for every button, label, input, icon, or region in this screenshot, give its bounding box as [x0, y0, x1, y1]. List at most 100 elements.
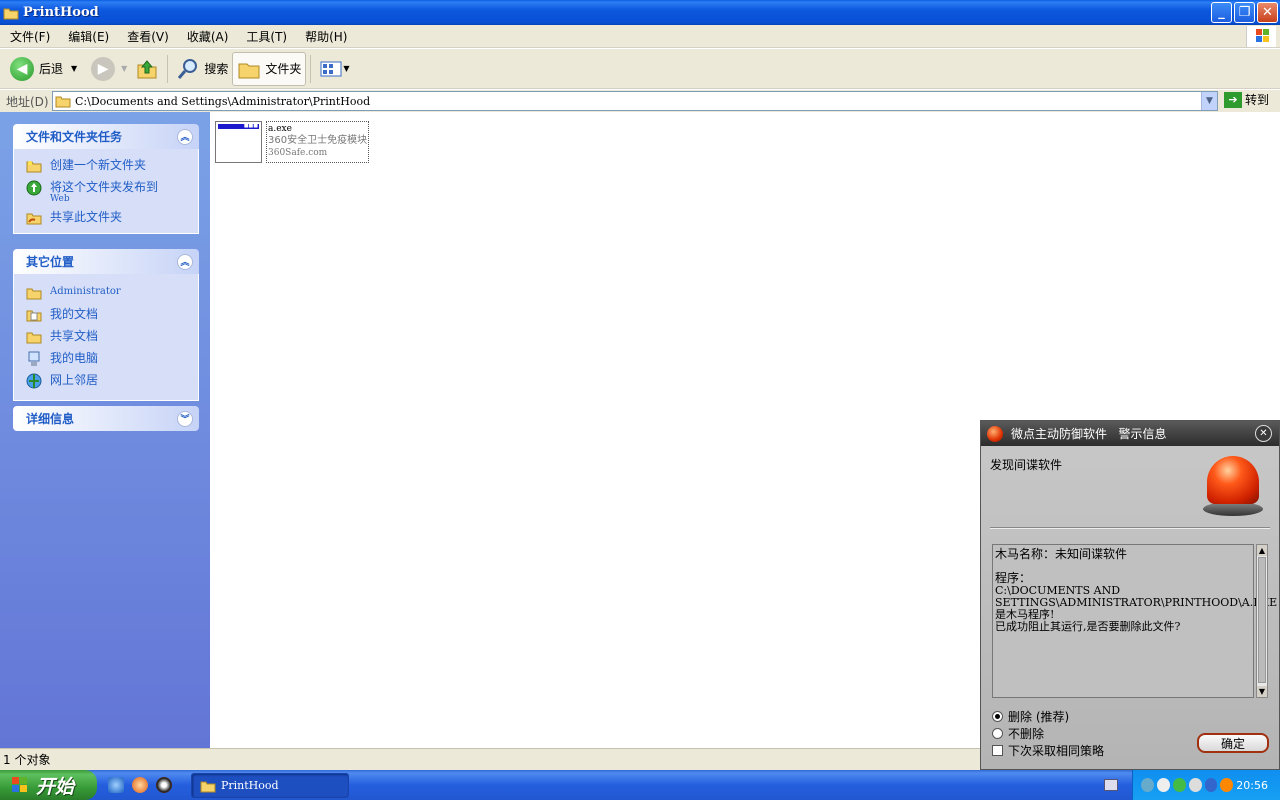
menu-file[interactable]: 文件(F) [0, 28, 58, 45]
delete-radio[interactable] [992, 711, 1003, 722]
ok-button[interactable]: 确定 [1197, 733, 1269, 753]
up-folder-icon [137, 59, 157, 78]
qq-penguin-icon[interactable] [156, 777, 172, 793]
alert-scrollbar[interactable]: ▲ ▼ [1256, 544, 1268, 698]
address-input[interactable]: C:\Documents and Settings\Administrator\… [52, 91, 1218, 111]
security-tray-icon[interactable] [1156, 778, 1170, 792]
search-button[interactable]: 搜索 [172, 52, 232, 86]
system-tray: 20:56 [1132, 770, 1280, 800]
tool-tray-icon[interactable] [1220, 778, 1234, 792]
network-tray-icon[interactable] [1141, 778, 1154, 792]
collapse-icon[interactable]: ︽ [177, 128, 193, 145]
window-title: PrintHood [23, 5, 99, 20]
keyboard-icon[interactable] [1104, 779, 1118, 791]
folder-icon [55, 96, 71, 108]
task-publish-web[interactable]: 将这个文件夹发布到 Web [26, 177, 198, 207]
task-share-folder[interactable]: 共享此文件夹 [26, 207, 198, 229]
scroll-down-icon[interactable]: ▼ [1257, 686, 1267, 697]
expand-icon[interactable]: ︾ [177, 410, 193, 427]
task-publish-web-sub: Web [50, 194, 70, 204]
forward-button[interactable]: ▶ ▼ [87, 52, 131, 86]
start-button[interactable]: 开始 [0, 770, 97, 800]
go-arrow-icon: ➔ [1224, 91, 1242, 108]
menu-help[interactable]: 帮助(H) [295, 28, 355, 45]
place-shared-documents[interactable]: 共享文档 [26, 326, 198, 348]
remember-checkbox[interactable] [992, 745, 1003, 756]
scroll-thumb[interactable] [1258, 557, 1266, 683]
details-panel: 详细信息 ︾ [13, 406, 199, 431]
forward-dropdown-icon[interactable]: ▼ [121, 64, 127, 73]
delete-option[interactable]: 删除 (推荐) [992, 708, 1069, 725]
menu-favorites[interactable]: 收藏(A) [177, 28, 237, 45]
place-my-computer-label: 我的电脑 [50, 351, 99, 365]
alert-line: 已成功阻止其运行,是否要删除此文件? [995, 620, 1181, 633]
alert-close-icon[interactable]: ✕ [1255, 425, 1272, 442]
place-administrator[interactable]: Administrator [26, 282, 198, 304]
back-dropdown-icon[interactable]: ▼ [71, 64, 77, 73]
toolbar: ◀ 后退 ▼ ▶ ▼ 搜索 文件夹 ▼ [0, 49, 1280, 89]
window-title-bar[interactable]: PrintHood _ ❐ ✕ [0, 0, 1280, 25]
clock[interactable]: 20:56 [1236, 779, 1268, 792]
address-label: 地址(D) [6, 94, 49, 109]
back-arrow-icon: ◀ [10, 56, 34, 81]
task-new-folder-label: 创建一个新文件夹 [50, 158, 147, 172]
alert-title-bar[interactable]: 微点主动防御软件 警示信息 ✕ [981, 421, 1279, 446]
network-places-icon [26, 373, 42, 389]
details-header[interactable]: 详细信息 ︾ [13, 406, 199, 431]
details-title: 详细信息 [26, 412, 75, 426]
folders-label: 文件夹 [265, 62, 302, 76]
messenger-icon[interactable] [132, 777, 148, 793]
place-my-computer[interactable]: 我的电脑 [26, 348, 198, 370]
place-network-label: 网上邻居 [50, 373, 99, 387]
menu-bar: 文件(F) 编辑(E) 查看(V) 收藏(A) 工具(T) 帮助(H) [0, 25, 1280, 48]
keep-radio[interactable] [992, 728, 1003, 739]
file-description: 360安全卫士免疫模块 [268, 135, 368, 146]
restore-button[interactable]: ❐ [1234, 2, 1255, 23]
menu-edit[interactable]: 编辑(E) [58, 28, 117, 45]
exe-thumbnail-icon: ■■■ [215, 121, 262, 163]
collapse-icon[interactable]: ︽ [177, 253, 193, 270]
other-places-panel: 其它位置 ︽ Administrator 我的文档 共享文档 我的电脑 网上邻居 [13, 249, 199, 401]
minimize-button[interactable]: _ [1211, 2, 1232, 23]
users-tray-icon[interactable] [1172, 778, 1186, 792]
antivirus-tray-icon[interactable] [1188, 778, 1202, 792]
search-label: 搜索 [204, 62, 229, 76]
file-tasks-panel: 文件和文件夹任务 ︽ 创建一个新文件夹 将这个文件夹发布到 Web 共享此文件夹 [13, 124, 199, 234]
status-text: 1 个对象 [3, 753, 51, 767]
task-share-folder-label: 共享此文件夹 [50, 210, 123, 224]
ie-icon[interactable] [108, 777, 124, 793]
file-company: 360Safe.com [268, 148, 328, 158]
go-button[interactable]: ➔ 转到 [1224, 91, 1269, 108]
alert-line [995, 561, 1251, 571]
security-alert-dialog: 微点主动防御软件 警示信息 ✕ 发现间谍软件 木马名称：未知间谍软件 程序： C… [980, 420, 1280, 770]
place-my-documents[interactable]: 我的文档 [26, 304, 198, 326]
keep-option[interactable]: 不删除 [992, 725, 1044, 742]
folders-button[interactable]: 文件夹 [232, 51, 307, 86]
address-bar: 地址(D) C:\Documents and Settings\Administ… [0, 90, 1280, 112]
folder-icon [26, 288, 42, 300]
alert-message-box[interactable]: 木马名称：未知间谍软件 程序： C:\DOCUMENTS AND SETTING… [992, 544, 1277, 698]
other-places-title: 其它位置 [26, 255, 75, 269]
monitor-tray-icon[interactable] [1204, 778, 1218, 792]
task-new-folder[interactable]: 创建一个新文件夹 [26, 155, 198, 177]
keep-option-label: 不删除 [1008, 727, 1045, 741]
folders-icon [238, 63, 260, 78]
place-network[interactable]: 网上邻居 [26, 370, 198, 392]
views-dropdown-icon: ▼ [343, 64, 350, 73]
scroll-up-icon[interactable]: ▲ [1257, 545, 1267, 556]
remember-option[interactable]: 下次采取相同策略 [992, 742, 1104, 759]
other-places-header[interactable]: 其它位置 ︽ [13, 249, 199, 274]
alert-line: 程序： [995, 571, 1032, 585]
close-button[interactable]: ✕ [1257, 2, 1278, 23]
views-button[interactable]: ▼ [315, 52, 353, 86]
up-folder-button[interactable] [131, 52, 163, 86]
file-item[interactable]: ■■■ a.exe 360安全卫士免疫模块 360Safe.com [215, 121, 370, 163]
file-tasks-header[interactable]: 文件和文件夹任务 ︽ [13, 124, 199, 149]
alarm-light-icon [1203, 454, 1263, 518]
address-dropdown-icon[interactable]: ▼ [1201, 92, 1217, 110]
taskbar-item-printhood[interactable]: PrintHood [191, 773, 349, 798]
menu-view[interactable]: 查看(V) [117, 28, 177, 45]
back-button[interactable]: ◀ 后退 ▼ [6, 52, 81, 86]
delete-option-label: 删除 (推荐) [1008, 710, 1070, 724]
menu-tools[interactable]: 工具(T) [236, 28, 295, 45]
